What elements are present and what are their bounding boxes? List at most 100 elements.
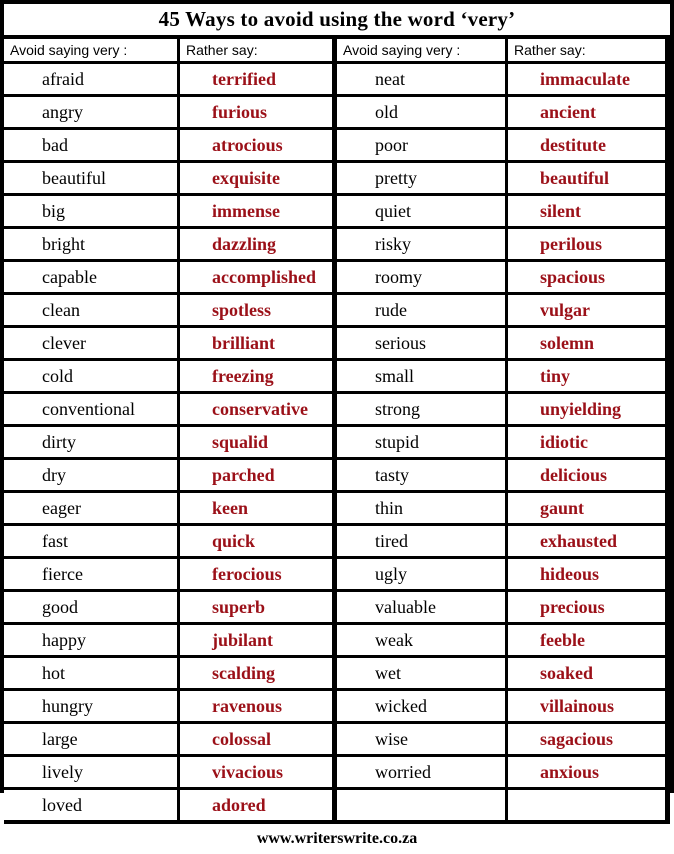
cell-rather-right: silent xyxy=(508,196,665,226)
cell-rather-right: exhausted xyxy=(508,526,665,556)
poster-sheet: 45 Ways to avoid using the word ‘very’ A… xyxy=(0,0,674,854)
table-row: afraid terrified neat immaculate xyxy=(4,64,670,94)
cell-rather-left: ravenous xyxy=(180,691,332,721)
table-row: large colossal wise sagacious xyxy=(4,724,670,754)
cell-avoid-left: dry xyxy=(4,460,177,490)
cell-avoid-left: clever xyxy=(4,328,177,358)
cell-rather-right: precious xyxy=(508,592,665,622)
table-row: fierce ferocious ugly hideous xyxy=(4,559,670,589)
cell-rather-right: vulgar xyxy=(508,295,665,325)
cell-rather-left: squalid xyxy=(180,427,332,457)
cell-avoid-left: eager xyxy=(4,493,177,523)
table-row: fast quick tired exhausted xyxy=(4,526,670,556)
cell-rather-left: brilliant xyxy=(180,328,332,358)
cell-rather-right: solemn xyxy=(508,328,665,358)
table-row: capable accomplished roomy spacious xyxy=(4,262,670,292)
table-row: cold freezing small tiny xyxy=(4,361,670,391)
cell-avoid-left: conventional xyxy=(4,394,177,424)
synonym-table: Avoid saying very : Rather say: Avoid sayi… xyxy=(4,39,670,820)
table-row: bad atrocious poor destitute xyxy=(4,130,670,160)
column-header-rather-right: Rather say: xyxy=(508,39,665,61)
table-row: eager keen thin gaunt xyxy=(4,493,670,523)
cell-avoid-right: ugly xyxy=(337,559,505,589)
cell-rather-right: tiny xyxy=(508,361,665,391)
cell-rather-right: villainous xyxy=(508,691,665,721)
cell-avoid-right: stupid xyxy=(337,427,505,457)
cell-avoid-left: happy xyxy=(4,625,177,655)
cell-rather-left: quick xyxy=(180,526,332,556)
cell-rather-left: jubilant xyxy=(180,625,332,655)
cell-avoid-left: good xyxy=(4,592,177,622)
table-row: big immense quiet silent xyxy=(4,196,670,226)
cell-rather-left: furious xyxy=(180,97,332,127)
cell-avoid-left: dirty xyxy=(4,427,177,457)
cell-avoid-right: tired xyxy=(337,526,505,556)
cell-avoid-right: wet xyxy=(337,658,505,688)
cell-rather-left: ferocious xyxy=(180,559,332,589)
cell-avoid-left: clean xyxy=(4,295,177,325)
table-row: clean spotless rude vulgar xyxy=(4,295,670,325)
cell-avoid-left: capable xyxy=(4,262,177,292)
cell-rather-right: anxious xyxy=(508,757,665,787)
cell-avoid-left: loved xyxy=(4,790,177,820)
cell-avoid-left: fast xyxy=(4,526,177,556)
poster-footer-row: www.writerswrite.co.za xyxy=(4,824,670,854)
cell-avoid-left: large xyxy=(4,724,177,754)
cell-avoid-right: roomy xyxy=(337,262,505,292)
cell-avoid-left: hungry xyxy=(4,691,177,721)
cell-rather-left: superb xyxy=(180,592,332,622)
table-row: clever brilliant serious solemn xyxy=(4,328,670,358)
cell-avoid-right: old xyxy=(337,97,505,127)
cell-rather-right: unyielding xyxy=(508,394,665,424)
cell-avoid-left: lively xyxy=(4,757,177,787)
table-row: angry furious old ancient xyxy=(4,97,670,127)
table-row: dirty squalid stupid idiotic xyxy=(4,427,670,457)
cell-rather-left: atrocious xyxy=(180,130,332,160)
cell-rather-left: vivacious xyxy=(180,757,332,787)
cell-avoid-right: wise xyxy=(337,724,505,754)
table-row: conventional conservative strong unyielding xyxy=(4,394,670,424)
cell-avoid-left: afraid xyxy=(4,64,177,94)
cell-rather-right: spacious xyxy=(508,262,665,292)
cell-rather-right: beautiful xyxy=(508,163,665,193)
cell-avoid-right: wicked xyxy=(337,691,505,721)
cell-rather-left: parched xyxy=(180,460,332,490)
cell-rather-right: perilous xyxy=(508,229,665,259)
poster-title-row: 45 Ways to avoid using the word ‘very’ xyxy=(4,4,670,35)
cell-avoid-right: quiet xyxy=(337,196,505,226)
table-row: lively vivacious worried anxious xyxy=(4,757,670,787)
cell-avoid-right: rude xyxy=(337,295,505,325)
table-row: hot scalding wet soaked xyxy=(4,658,670,688)
cell-rather-left: keen xyxy=(180,493,332,523)
cell-avoid-right: risky xyxy=(337,229,505,259)
cell-avoid-right: neat xyxy=(337,64,505,94)
column-header-avoid-left: Avoid saying very : xyxy=(4,39,177,61)
cell-avoid-left: beautiful xyxy=(4,163,177,193)
cell-rather-left: spotless xyxy=(180,295,332,325)
cell-avoid-left: hot xyxy=(4,658,177,688)
cell-rather-right: ancient xyxy=(508,97,665,127)
cell-avoid-left: angry xyxy=(4,97,177,127)
cell-rather-left: terrified xyxy=(180,64,332,94)
table-header-row: Avoid saying very : Rather say: Avoid sayi… xyxy=(4,39,670,61)
column-header-rather-left: Rather say: xyxy=(180,39,332,61)
cell-avoid-right: pretty xyxy=(337,163,505,193)
cell-avoid-right: strong xyxy=(337,394,505,424)
table-row: good superb valuable precious xyxy=(4,592,670,622)
table-row: hungry ravenous wicked villainous xyxy=(4,691,670,721)
cell-avoid-right: small xyxy=(337,361,505,391)
table-row: bright dazzling risky perilous xyxy=(4,229,670,259)
cell-rather-left: colossal xyxy=(180,724,332,754)
cell-avoid-left: bad xyxy=(4,130,177,160)
cell-rather-right xyxy=(508,790,665,820)
cell-avoid-right: worried xyxy=(337,757,505,787)
cell-rather-left: scalding xyxy=(180,658,332,688)
cell-rather-right: sagacious xyxy=(508,724,665,754)
table-row: happy jubilant weak feeble xyxy=(4,625,670,655)
table-row: beautiful exquisite pretty beautiful xyxy=(4,163,670,193)
cell-rather-right: immaculate xyxy=(508,64,665,94)
cell-rather-left: dazzling xyxy=(180,229,332,259)
cell-avoid-right xyxy=(337,790,505,820)
cell-rather-left: exquisite xyxy=(180,163,332,193)
cell-rather-left: conservative xyxy=(180,394,332,424)
